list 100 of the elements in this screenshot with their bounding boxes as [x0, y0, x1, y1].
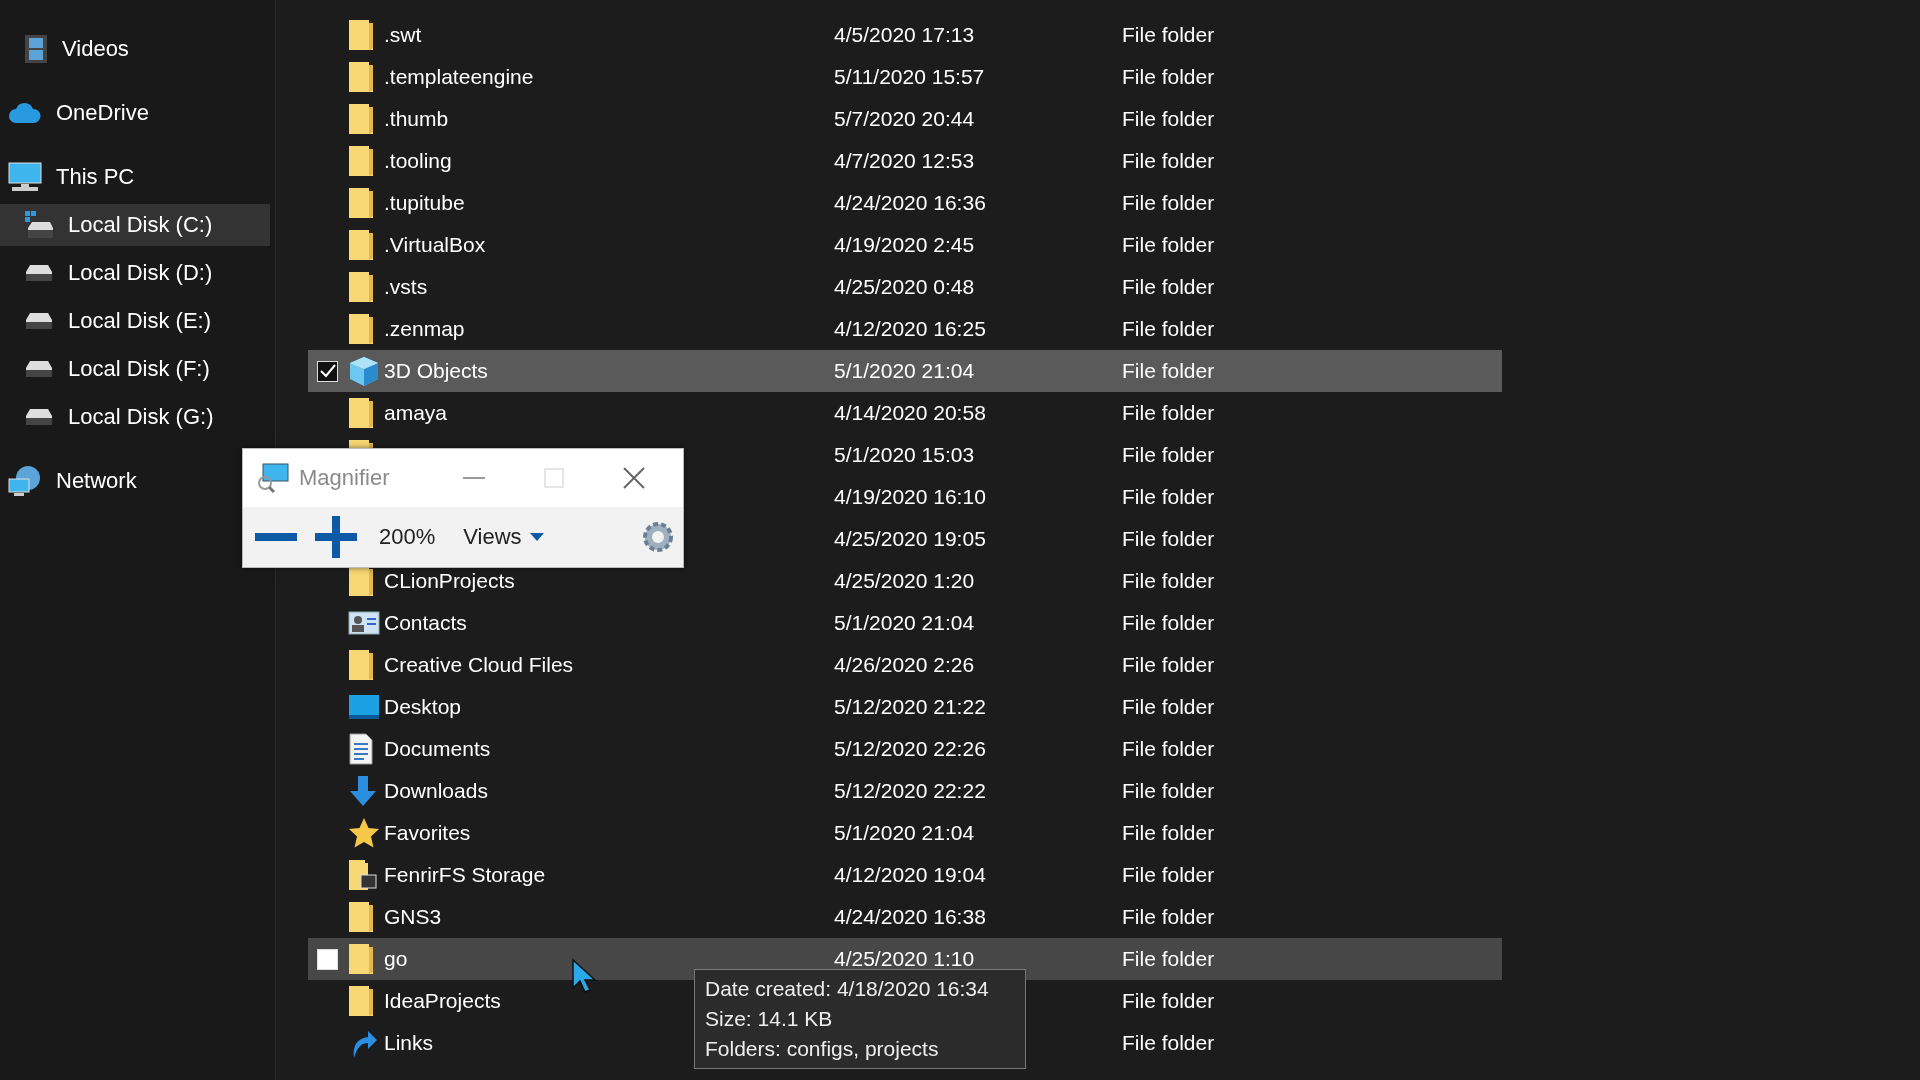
file-type: File folder — [1122, 947, 1215, 970]
file-name: .VirtualBox — [384, 233, 486, 256]
file-name: go — [384, 947, 408, 970]
folder-icon — [348, 187, 374, 219]
file-name: .tooling — [384, 149, 452, 172]
date-modified: 5/12/2020 22:22 — [834, 779, 986, 802]
file-name: .zenmap — [384, 317, 465, 340]
cube-icon — [348, 355, 380, 387]
file-row[interactable]: 3D Objects 5/1/2020 21:04 File folder — [308, 350, 1502, 392]
down-arrow-icon — [348, 775, 378, 807]
file-type: File folder — [1122, 401, 1215, 424]
file-row[interactable]: go 4/25/2020 1:10 File folder — [308, 938, 1502, 980]
file-type: File folder — [1122, 527, 1215, 550]
file-name: 3D Objects — [384, 359, 488, 382]
file-name: CLionProjects — [384, 569, 515, 592]
sidebar-item[interactable]: Local Disk (C:) — [0, 204, 270, 246]
date-modified: 4/12/2020 16:25 — [834, 317, 986, 340]
check-icon — [319, 364, 336, 378]
file-name: Favorites — [384, 821, 471, 844]
file-type: File folder — [1122, 191, 1215, 214]
drive-icon — [24, 264, 54, 282]
drive-icon — [24, 312, 54, 330]
file-name: IdeaProjects — [384, 989, 501, 1012]
file-name: .tupitube — [384, 191, 465, 214]
file-name: .vsts — [384, 275, 428, 298]
date-modified: 4/25/2020 0:48 — [834, 275, 975, 298]
monitor-icon — [8, 162, 42, 192]
file-type: File folder — [1122, 1031, 1215, 1054]
settings-icon[interactable] — [641, 520, 675, 554]
drive-icon — [24, 360, 54, 378]
maximize-icon — [544, 468, 564, 488]
sidebar-item[interactable]: Local Disk (E:) — [0, 300, 222, 342]
file-type: File folder — [1122, 737, 1215, 760]
cloud-icon — [8, 102, 42, 124]
date-modified: 4/25/2020 1:10 — [834, 947, 975, 970]
file-type: File folder — [1122, 569, 1215, 592]
folder-icon — [348, 271, 374, 303]
file-type: File folder — [1122, 317, 1215, 340]
file-type: File folder — [1122, 611, 1215, 634]
minus-icon — [255, 533, 297, 541]
file-type: File folder — [1122, 275, 1215, 298]
date-modified: 5/11/2020 15:57 — [834, 65, 985, 88]
sidebar-item[interactable]: OneDrive — [0, 92, 159, 134]
file-type: File folder — [1122, 233, 1215, 256]
star-icon — [348, 817, 380, 849]
tooltip-line: Size: 14.1 KB — [705, 1006, 834, 1032]
views-dropdown[interactable]: Views — [463, 524, 544, 550]
caret-icon — [529, 533, 544, 541]
file-name: amaya — [384, 401, 448, 424]
minimize-icon — [463, 477, 485, 479]
cursor-icon — [571, 958, 597, 994]
folder-icon — [348, 397, 374, 429]
date-modified: 5/1/2020 21:04 — [834, 821, 975, 844]
file-type: File folder — [1122, 863, 1215, 886]
sidebar-item[interactable]: Local Disk (G:) — [0, 396, 224, 438]
date-modified: 5/1/2020 21:04 — [834, 359, 975, 382]
system-drive-icon — [24, 210, 54, 240]
date-modified: 5/1/2020 15:03 — [834, 443, 975, 466]
folder-icon — [348, 901, 374, 933]
date-modified: 4/5/2020 17:13 — [834, 23, 975, 46]
file-type: File folder — [1122, 905, 1215, 928]
date-modified: 4/7/2020 12:53 — [834, 149, 975, 172]
date-modified: 4/12/2020 19:04 — [834, 863, 986, 886]
file-type: File folder — [1122, 65, 1215, 88]
date-modified: 4/25/2020 1:20 — [834, 569, 975, 592]
file-type: File folder — [1122, 821, 1215, 844]
file-type: File folder — [1122, 695, 1215, 718]
file-type: File folder — [1122, 23, 1215, 46]
drive-icon — [24, 408, 54, 426]
checkbox[interactable] — [317, 948, 338, 970]
folder-icon — [348, 313, 374, 345]
sidebar-item[interactable]: Local Disk (D:) — [0, 252, 223, 294]
document-icon — [348, 733, 374, 765]
date-modified: 4/14/2020 20:58 — [834, 401, 986, 424]
sidebar-item[interactable]: Videos — [0, 28, 139, 70]
file-type: File folder — [1122, 485, 1215, 508]
date-modified: 4/26/2020 2:26 — [834, 653, 975, 676]
gear-icon — [641, 520, 675, 554]
date-modified: 5/12/2020 22:26 — [834, 737, 986, 760]
folder-icon — [348, 61, 374, 93]
file-name: .swt — [384, 23, 422, 46]
checkbox[interactable] — [317, 360, 338, 382]
sidebar-item[interactable]: Local Disk (F:) — [0, 348, 220, 390]
date-modified: 4/24/2020 16:38 — [834, 905, 986, 928]
file-type: File folder — [1122, 359, 1215, 382]
file-name: .thumb — [384, 107, 449, 130]
sidebar-item[interactable]: Network — [0, 460, 147, 502]
tooltip-line: Folders: configs, projects — [705, 1036, 940, 1062]
folder-icon — [348, 985, 374, 1017]
window-title: Magnifier — [299, 465, 391, 491]
file-name: Creative Cloud Files — [384, 653, 574, 676]
network-icon — [8, 465, 42, 497]
file-name: .templateengine — [384, 65, 534, 88]
date-modified: 4/24/2020 16:36 — [834, 191, 986, 214]
file-type: File folder — [1122, 989, 1215, 1012]
sidebar-item[interactable]: This PC — [0, 156, 145, 198]
folder-icon — [348, 565, 374, 597]
file-type: File folder — [1122, 107, 1215, 130]
folder-drive-icon — [348, 859, 378, 891]
folder-icon — [348, 649, 374, 681]
